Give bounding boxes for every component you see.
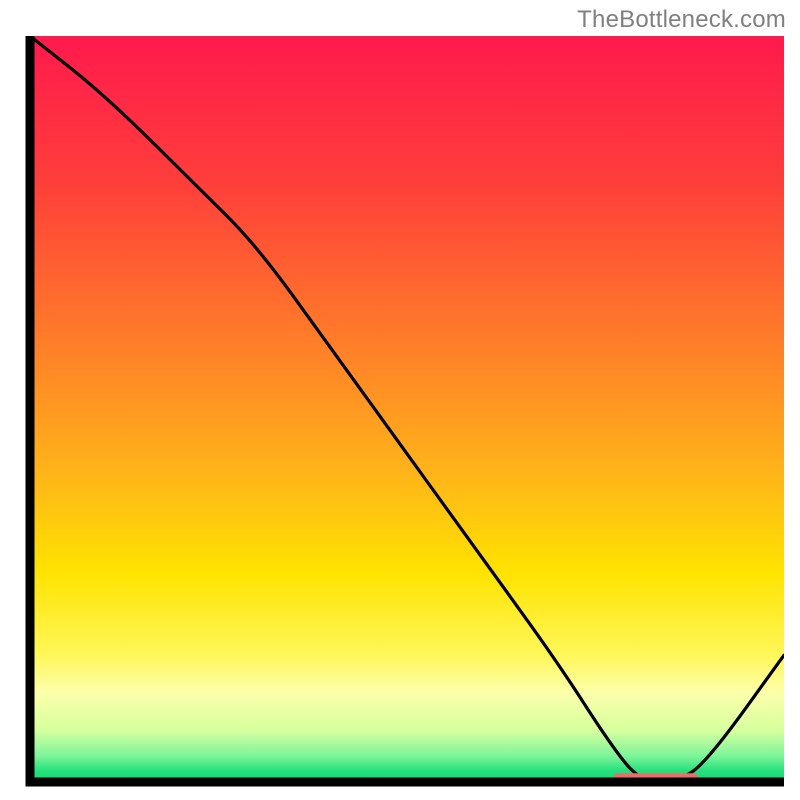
chart-container: TheBottleneck.com xyxy=(0,0,800,800)
gradient-background xyxy=(30,36,784,782)
bottleneck-chart xyxy=(0,0,800,800)
